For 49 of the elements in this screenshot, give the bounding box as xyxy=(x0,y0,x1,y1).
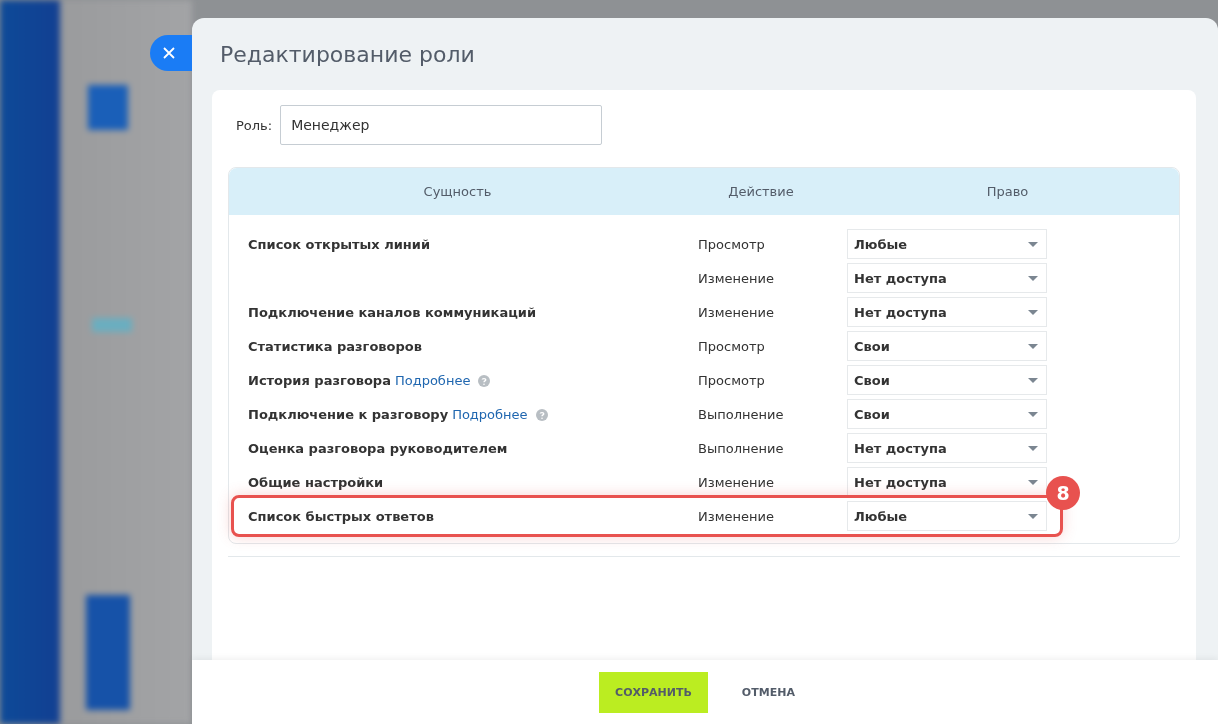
caret-icon xyxy=(1028,479,1038,485)
save-button[interactable]: СОХРАНИТЬ xyxy=(599,671,708,713)
entity-name: Подключение каналов коммуникаций xyxy=(248,305,537,320)
action-name: Изменение xyxy=(697,269,775,288)
caret-icon xyxy=(1028,411,1038,417)
caret-icon xyxy=(1028,377,1038,383)
permission-dropdown[interactable]: Свои xyxy=(847,331,1047,361)
column-header: Действие xyxy=(727,183,795,201)
cancel-button[interactable]: ОТМЕНА xyxy=(725,671,811,713)
caret-icon xyxy=(1028,309,1038,315)
entity-name: Оценка разговора руководителем xyxy=(248,441,508,456)
action-name: Изменение xyxy=(697,303,775,322)
details-link[interactable]: Подробнее xyxy=(452,407,528,422)
caret-icon xyxy=(1028,343,1038,349)
permission-dropdown[interactable]: Свои xyxy=(847,399,1047,429)
action-name: Изменение xyxy=(697,473,775,492)
column-header: Право xyxy=(985,183,1030,201)
caret-icon xyxy=(1028,513,1038,519)
action-name: Просмотр xyxy=(697,371,766,390)
caret-icon xyxy=(1028,241,1038,247)
action-name: Просмотр xyxy=(697,337,766,356)
permission-dropdown[interactable]: Нет доступа xyxy=(847,297,1047,327)
entity-name: Общие настройки xyxy=(248,475,384,490)
entity-name: Список быстрых ответов xyxy=(248,509,434,524)
entity-name: Статистика разговоров xyxy=(248,339,422,354)
permission-dropdown[interactable]: Нет доступа xyxy=(847,433,1047,463)
permission-dropdown[interactable]: Нет доступа xyxy=(847,467,1047,497)
action-name: Просмотр xyxy=(697,235,766,254)
help-icon[interactable] xyxy=(535,409,548,421)
permission-dropdown[interactable]: Любые xyxy=(847,501,1047,531)
permission-dropdown[interactable]: Свои xyxy=(847,365,1047,395)
column-header: Сущность xyxy=(422,183,493,201)
panel-title: Редактирование роли xyxy=(219,41,476,66)
role-input-field[interactable]: Менеджер xyxy=(280,105,603,145)
close-icon xyxy=(163,47,175,59)
caret-icon xyxy=(1028,275,1038,281)
permission-dropdown[interactable]: Нет доступа xyxy=(847,263,1047,293)
entity-name: Список открытых линий xyxy=(248,237,430,252)
permission-dropdown[interactable]: Любые xyxy=(847,229,1047,259)
action-name: Выполнение xyxy=(697,405,785,424)
action-name: Изменение xyxy=(697,507,775,526)
caret-icon xyxy=(1028,445,1038,451)
entity-name: Подключение к разговору xyxy=(248,407,449,422)
details-link[interactable]: Подробнее xyxy=(394,373,471,388)
role-label: Роль: xyxy=(236,117,273,133)
entity-name: История разговора xyxy=(248,373,391,388)
close-button[interactable] xyxy=(150,35,192,71)
help-icon[interactable] xyxy=(478,375,491,387)
action-name: Выполнение xyxy=(697,439,785,458)
